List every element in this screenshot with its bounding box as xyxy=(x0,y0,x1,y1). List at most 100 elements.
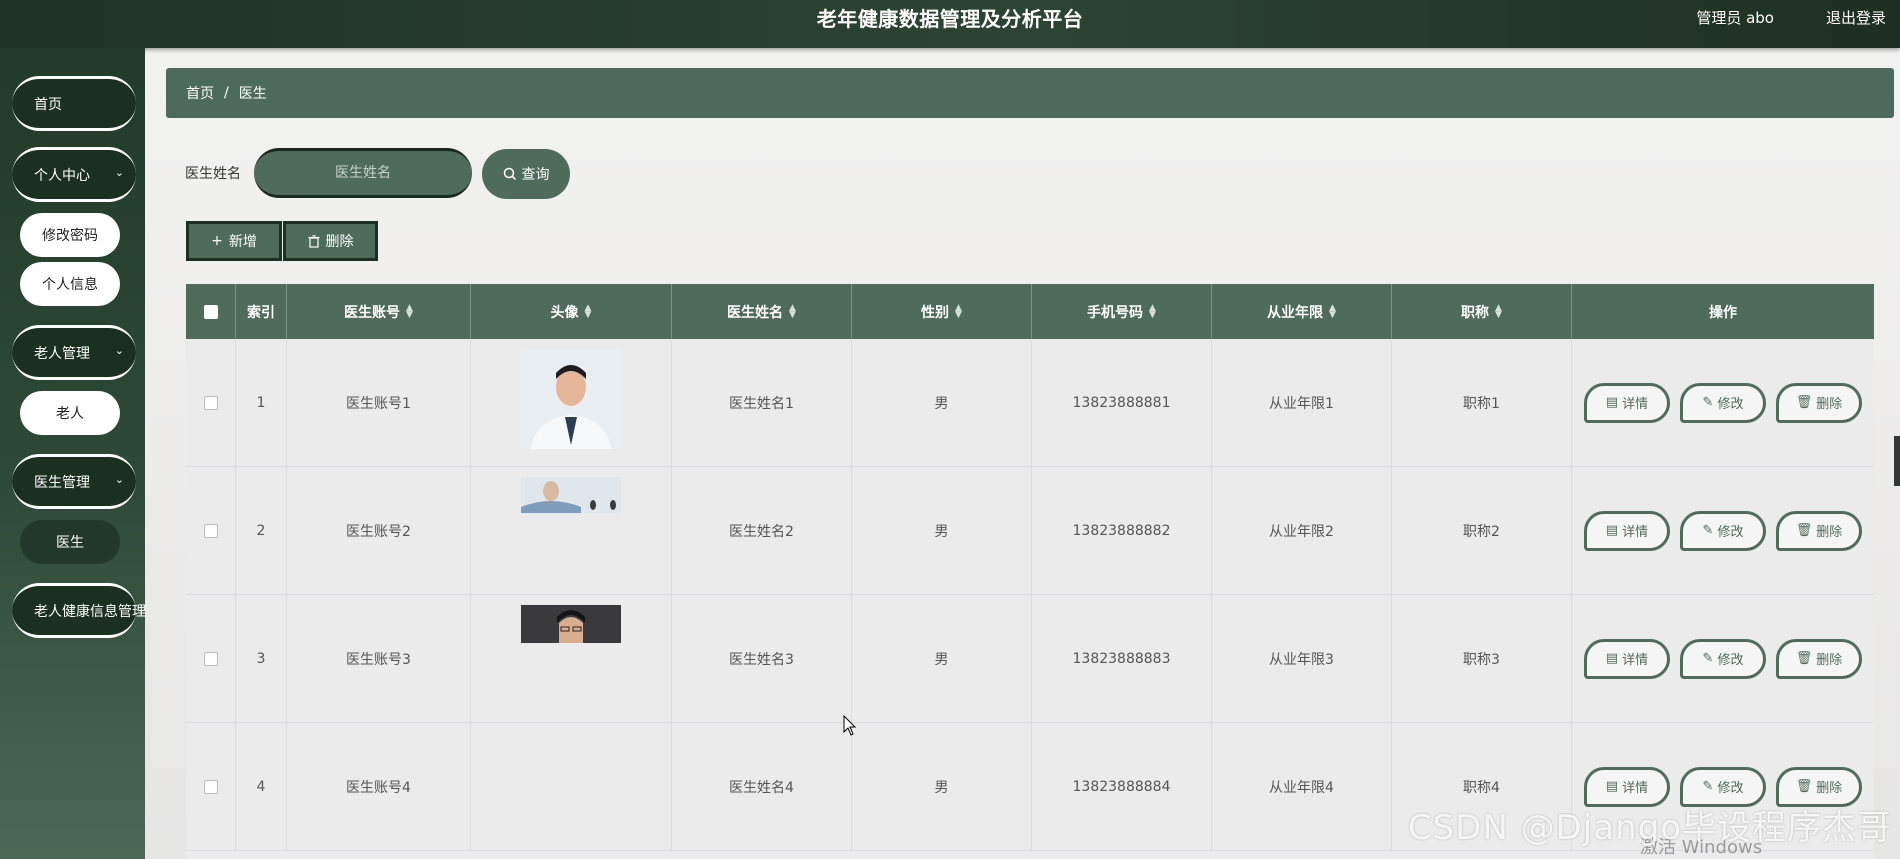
delete-button[interactable]: 🗑 删除 xyxy=(1776,510,1862,551)
edit-button-label: 修改 xyxy=(1717,525,1744,540)
column-header-title[interactable]: 职称 ▲ ▼ xyxy=(1392,284,1572,339)
add-button-label: 新增 xyxy=(228,234,257,250)
doctor-avatar-image[interactable] xyxy=(521,605,621,643)
document-icon: ▤ xyxy=(1605,651,1619,666)
column-header-phone[interactable]: 手机号码 ▲ ▼ xyxy=(1032,284,1212,339)
row-checkbox[interactable] xyxy=(203,395,218,410)
avatar-cell xyxy=(471,467,672,594)
avatar-cell xyxy=(471,595,672,722)
search-button[interactable]: 查询 xyxy=(482,149,570,199)
column-header-avatar[interactable]: 头像 ▲ ▼ xyxy=(471,284,672,339)
column-header-account[interactable]: 医生账号 ▲ ▼ xyxy=(287,284,471,339)
gender-cell: 男 xyxy=(852,595,1032,722)
column-header-label: 头像 xyxy=(550,304,579,321)
search-label: 医生姓名 xyxy=(185,166,241,182)
operations-cell: ▤ 详情 ✎ 修改 🗑 删除 xyxy=(1572,339,1874,466)
column-header-label: 职称 xyxy=(1461,304,1490,321)
delete-button[interactable]: 🗑 删除 xyxy=(1776,638,1862,679)
edit-button[interactable]: ✎ 修改 xyxy=(1680,638,1766,679)
select-all-cell[interactable] xyxy=(186,284,236,339)
sidebar-subitem-label: 医生 xyxy=(56,535,84,551)
sort-icon[interactable]: ▲ ▼ xyxy=(955,303,962,319)
batch-delete-button[interactable]: 删除 xyxy=(283,221,378,261)
document-icon: ▤ xyxy=(1605,395,1619,410)
sort-icon[interactable]: ▲ ▼ xyxy=(406,303,413,319)
sidebar-subitem-change-password[interactable]: 修改密码 xyxy=(20,213,120,257)
admin-user-label: 管理员 abo xyxy=(1696,9,1774,27)
sidebar-subitem-doctor[interactable]: 医生 xyxy=(20,520,120,564)
sidebar-item-doctor-management[interactable]: 医生管理 ⌄ xyxy=(12,454,136,509)
column-header-years[interactable]: 从业年限 ▲ ▼ xyxy=(1212,284,1392,339)
phone-cell: 13823888884 xyxy=(1032,723,1212,850)
sidebar-subitem-personal-info[interactable]: 个人信息 xyxy=(20,262,120,306)
sidebar-item-label: 老人健康信息管理 xyxy=(34,603,146,620)
trash-icon xyxy=(308,234,319,248)
column-header-name[interactable]: 医生姓名 ▲ ▼ xyxy=(672,284,852,339)
breadcrumb-home[interactable]: 首页 xyxy=(186,83,214,103)
years-cell: 从业年限1 xyxy=(1212,339,1392,466)
trash-icon: 🗑 xyxy=(1795,779,1813,794)
avatar-cell xyxy=(471,723,672,850)
scroll-handle[interactable] xyxy=(1894,436,1900,486)
name-cell: 医生姓名3 xyxy=(672,595,852,722)
sort-icon[interactable]: ▲ ▼ xyxy=(1329,303,1336,319)
sidebar-item-home[interactable]: 首页 xyxy=(12,76,136,131)
sidebar-item-label: 老人管理 xyxy=(34,345,90,362)
column-header-label: 医生姓名 xyxy=(727,304,784,321)
sort-icon[interactable]: ▲ ▼ xyxy=(789,303,796,319)
document-icon: ▤ xyxy=(1605,779,1619,794)
sort-icon[interactable]: ▲ ▼ xyxy=(585,303,592,319)
account-cell: 医生账号2 xyxy=(287,467,471,594)
row-checkbox[interactable] xyxy=(203,779,218,794)
years-cell: 从业年限2 xyxy=(1212,467,1392,594)
edit-button[interactable]: ✎ 修改 xyxy=(1680,382,1766,423)
sidebar-item-elder-health-management[interactable]: 老人健康信息管理 xyxy=(12,583,146,638)
sidebar-item-label: 首页 xyxy=(34,96,62,113)
sidebar-item-elder-management[interactable]: 老人管理 ⌄ xyxy=(12,325,136,380)
add-button[interactable]: + 新增 xyxy=(186,221,282,261)
index-cell: 1 xyxy=(236,339,287,466)
name-cell: 医生姓名1 xyxy=(672,339,852,466)
doctor-table: 索引 医生账号 ▲ ▼ 头像 ▲ ▼ 医生姓名 ▲ ▼ 性别 ▲ ▼ 手机号码 ▲ ▼ 从业年限 ▲ ▼… xyxy=(186,284,1874,859)
account-cell: 医生账号3 xyxy=(287,595,471,722)
sort-icon[interactable]: ▲ ▼ xyxy=(1495,303,1502,319)
row-select-cell xyxy=(186,467,236,594)
detail-button[interactable]: ▤ 详情 xyxy=(1584,510,1670,551)
column-header-gender[interactable]: 性别 ▲ ▼ xyxy=(852,284,1032,339)
column-header-label: 索引 xyxy=(247,304,275,321)
sidebar-subitem-elder[interactable]: 老人 xyxy=(20,391,120,435)
trash-icon: 🗑 xyxy=(1795,395,1813,410)
doctor-avatar-image[interactable] xyxy=(521,477,621,513)
pencil-icon: ✎ xyxy=(1702,395,1714,410)
trash-icon: 🗑 xyxy=(1795,651,1813,666)
sort-icon[interactable]: ▲ ▼ xyxy=(1149,303,1156,319)
avatar-cell xyxy=(471,339,672,466)
row-checkbox[interactable] xyxy=(203,651,218,666)
sidebar-item-label: 医生管理 xyxy=(34,474,90,491)
select-all-checkbox[interactable] xyxy=(203,304,218,319)
operations-cell: ▤ 详情 ✎ 修改 🗑 删除 xyxy=(1572,595,1874,722)
doctor-name-search-input[interactable] xyxy=(254,148,472,198)
row-checkbox[interactable] xyxy=(203,523,218,538)
pencil-icon: ✎ xyxy=(1702,779,1714,794)
pencil-icon: ✎ xyxy=(1702,651,1714,666)
column-header-label: 医生账号 xyxy=(344,304,401,321)
plus-icon: + xyxy=(211,233,223,249)
sidebar-item-personal-center[interactable]: 个人中心 ⌄ xyxy=(12,147,136,202)
sidebar-subitem-label: 修改密码 xyxy=(42,228,98,244)
edit-button[interactable]: ✎ 修改 xyxy=(1680,510,1766,551)
pencil-icon: ✎ xyxy=(1702,523,1714,538)
trash-icon: 🗑 xyxy=(1795,523,1813,538)
account-cell: 医生账号1 xyxy=(287,339,471,466)
logout-link[interactable]: 退出登录 xyxy=(1826,7,1886,28)
column-header-index: 索引 xyxy=(236,284,287,339)
detail-button[interactable]: ▤ 详情 xyxy=(1584,638,1670,679)
column-header-operations: 操作 xyxy=(1572,284,1874,339)
title-cell: 职称3 xyxy=(1392,595,1572,722)
document-icon: ▤ xyxy=(1605,523,1619,538)
detail-button[interactable]: ▤ 详情 xyxy=(1584,382,1670,423)
delete-button[interactable]: 🗑 删除 xyxy=(1776,382,1862,423)
doctor-avatar-image[interactable] xyxy=(521,349,621,449)
search-button-label: 查询 xyxy=(521,167,550,183)
phone-cell: 13823888883 xyxy=(1032,595,1212,722)
